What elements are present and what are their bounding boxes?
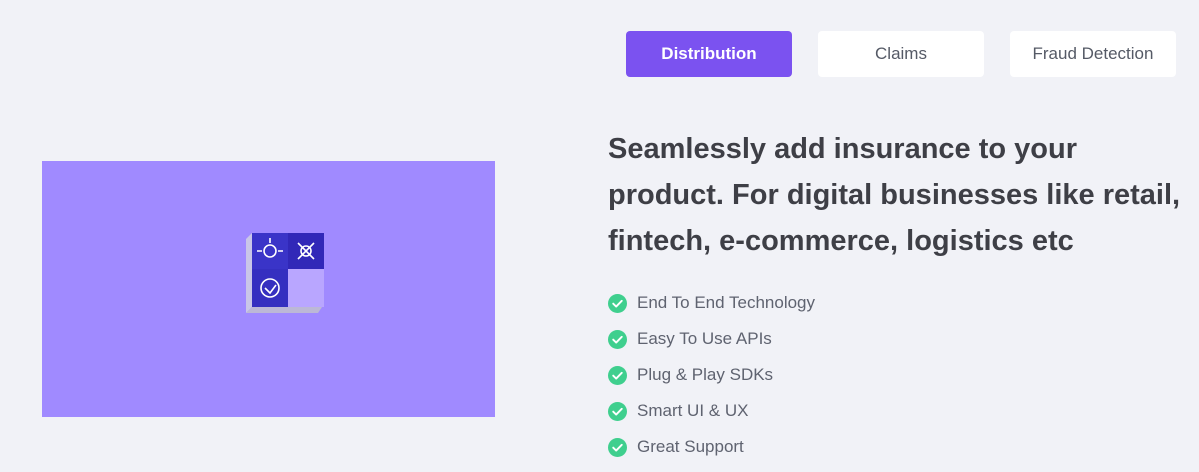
tab-bar: Distribution Claims Fraud Detection [626,31,1176,77]
feature-label: Smart UI & UX [637,401,749,420]
product-animation [42,161,495,417]
check-circle-icon [608,365,627,385]
check-circle-icon [608,293,627,313]
page: Distribution Claims Fraud Detection Seam… [0,0,1199,472]
feature-list: End To End Technology Easy To Use APIs P… [608,285,815,465]
feature-label: Easy To Use APIs [637,329,772,348]
list-item: End To End Technology [608,285,815,321]
tab-fraud-detection[interactable]: Fraud Detection [1010,31,1176,77]
cube-illustration [246,233,324,313]
check-circle-icon [608,401,627,421]
list-item: Plug & Play SDKs [608,357,815,393]
tab-claims[interactable]: Claims [818,31,984,77]
feature-label: End To End Technology [637,293,816,312]
list-item: Great Support [608,429,815,465]
feature-label: Great Support [637,437,744,456]
list-item: Easy To Use APIs [608,321,815,357]
check-circle-icon [608,329,627,349]
feature-label: Plug & Play SDKs [637,365,774,384]
page-heading: Seamlessly add insurance to your product… [608,133,1181,257]
tab-distribution[interactable]: Distribution [626,31,792,77]
check-circle-icon [608,437,627,457]
list-item: Smart UI & UX [608,393,815,429]
